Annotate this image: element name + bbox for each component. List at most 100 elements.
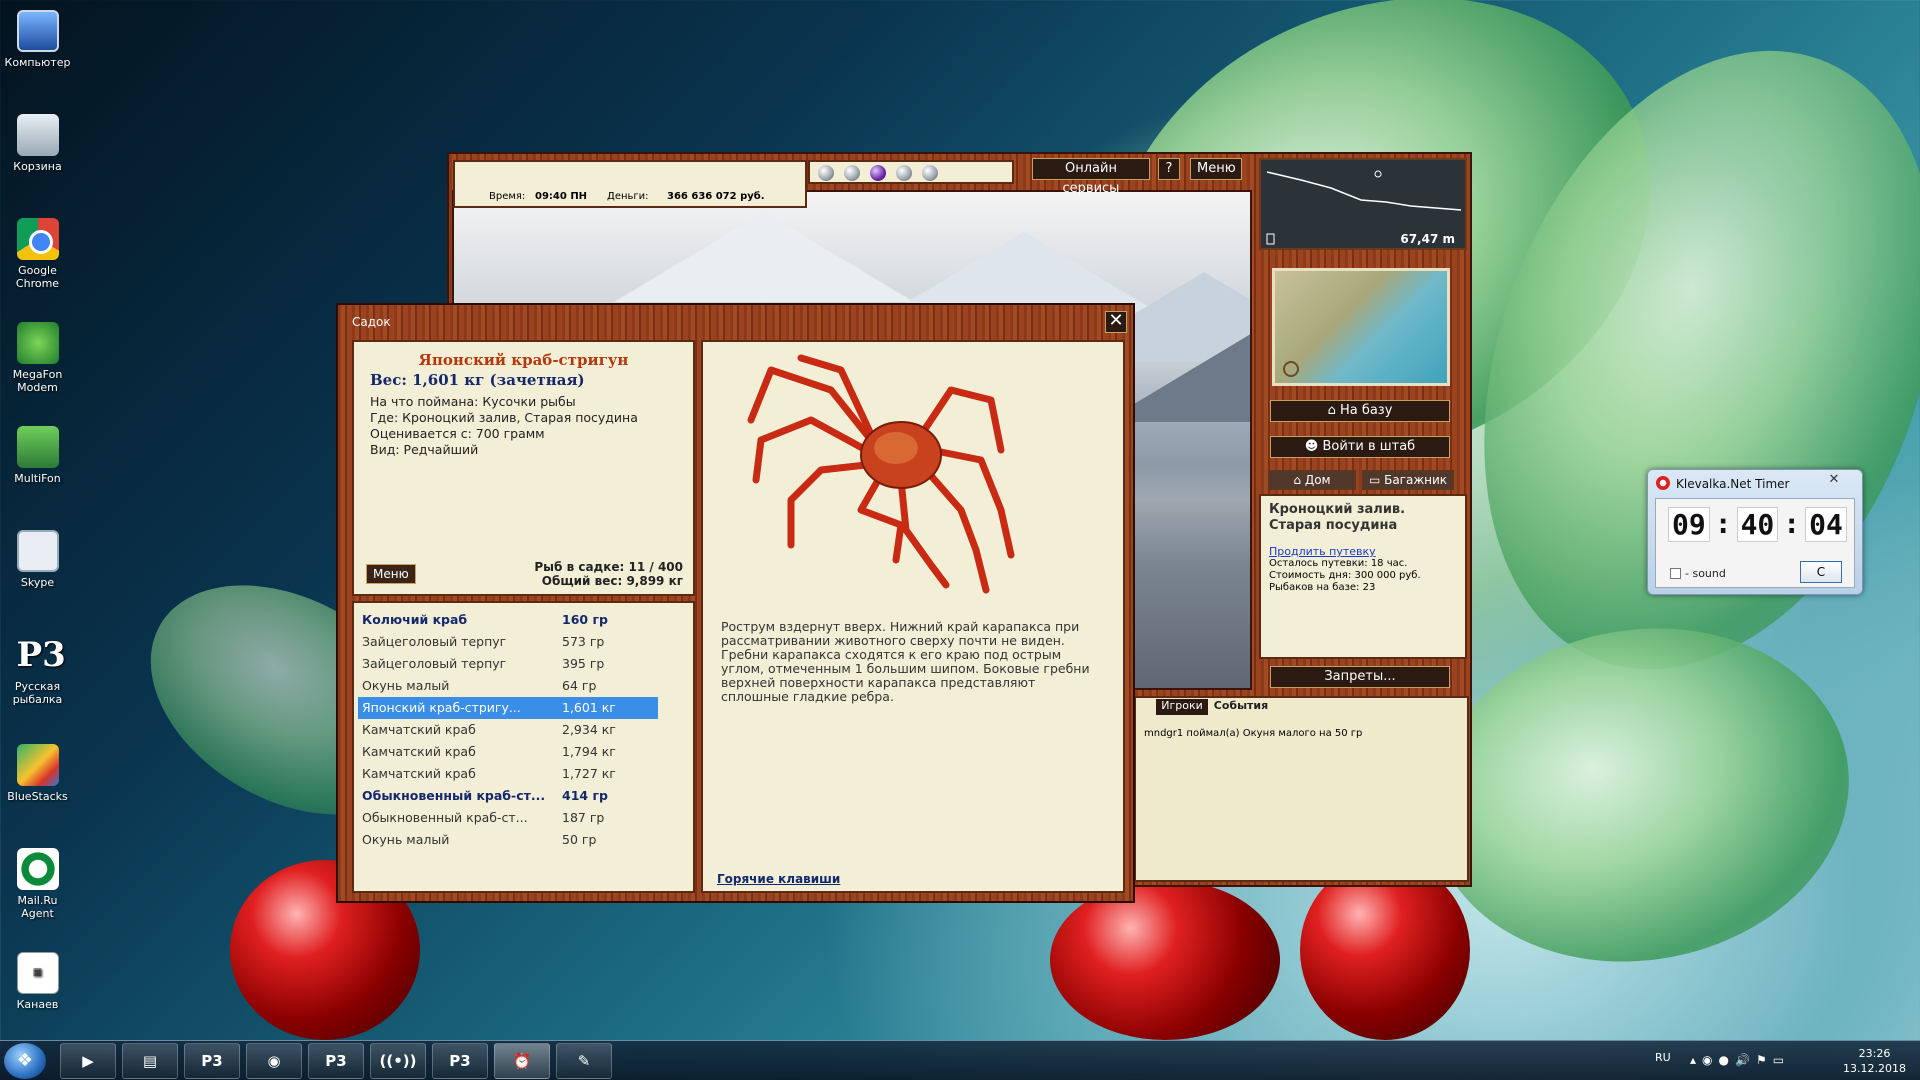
folder-icon: ▤ bbox=[142, 1052, 158, 1070]
fish-list-row[interactable]: Камчатский краб 2,934 кг bbox=[358, 719, 658, 741]
fish-list-weight: 414 гр bbox=[562, 788, 608, 803]
desktop-icon-chrome[interactable]: Google Chrome bbox=[0, 218, 75, 290]
chat-tab-players[interactable]: Игроки bbox=[1156, 699, 1208, 715]
taskbar-rr3-2[interactable]: Р3 bbox=[308, 1043, 364, 1079]
taskbar-paint[interactable]: ✎ bbox=[556, 1043, 612, 1079]
taskbar: ❖ ▶ ▤ Р3 ◉ Р3 ((•)) Р3 ⏰ ✎ RU ▴◉●🔊⚑▭ 23:… bbox=[0, 1040, 1920, 1080]
enter-hq-button[interactable]: ☻ Войти в штаб bbox=[1270, 436, 1450, 458]
status-panel: Время: 09:40 ПН Деньги: 366 636 072 руб. bbox=[453, 160, 807, 208]
taskbar-timer[interactable]: ⏰ bbox=[494, 1043, 550, 1079]
fish-list-name: Зайцеголовый терпуг bbox=[362, 656, 507, 671]
fish-list-weight: 1,601 кг bbox=[562, 700, 616, 715]
close-icon[interactable]: ✕ bbox=[1105, 311, 1127, 333]
day-cost: Стоимость дня: 300 000 руб. bbox=[1269, 570, 1421, 581]
fishers-on-base: Рыбаков на базе: 23 bbox=[1269, 582, 1376, 593]
computer-icon bbox=[16, 10, 59, 52]
monitor-icon[interactable]: ▭ bbox=[1773, 1053, 1790, 1067]
online-services-button[interactable]: Онлайн сервисы bbox=[1032, 158, 1150, 196]
taskbar-explorer[interactable]: ▤ bbox=[122, 1043, 178, 1079]
depth-value: 67,47 m bbox=[1400, 232, 1455, 246]
depth-panel: 67,47 m bbox=[1259, 158, 1467, 250]
bait-icon[interactable] bbox=[870, 165, 886, 181]
timer-seconds: 04 bbox=[1805, 507, 1847, 542]
desktop-icon-mailru[interactable]: Mail.Ru Agent bbox=[0, 848, 75, 920]
to-base-button[interactable]: ⌂ На базу bbox=[1270, 400, 1450, 422]
network-icon[interactable]: ▴ bbox=[1690, 1053, 1702, 1067]
sadok-menu-button[interactable]: Меню bbox=[366, 564, 416, 584]
av-icon[interactable]: ● bbox=[1719, 1053, 1735, 1067]
multifon-icon bbox=[16, 426, 59, 468]
desktop-icon-russian-fishing[interactable]: Р3 Русская рыбалка bbox=[0, 634, 75, 706]
fish-list-row[interactable]: Японский краб-стригу... 1,601 кг bbox=[358, 697, 658, 719]
timer-app-icon bbox=[1656, 476, 1670, 490]
tab-trunk[interactable]: ▭ Багажник bbox=[1362, 470, 1454, 490]
desktop-icon-megafon[interactable]: MegaFon Modem bbox=[0, 322, 75, 394]
prohibitions-button[interactable]: Запреты... bbox=[1270, 666, 1450, 688]
timer-c-button[interactable]: C bbox=[1800, 561, 1842, 583]
catch-location: Где: Кроноцкий залив, Старая посудина bbox=[370, 410, 638, 425]
fish-list-row[interactable]: Окунь малый 64 гр bbox=[358, 675, 658, 697]
fish-list-row[interactable]: Обыкновенный краб-ст... 414 гр bbox=[358, 785, 658, 807]
background-cherry bbox=[1300, 860, 1470, 1040]
desktop-icon-computer[interactable]: Компьютер bbox=[0, 10, 75, 69]
desktop-icon-recycle-bin[interactable]: Корзина bbox=[0, 114, 75, 173]
fish-list-row[interactable]: Камчатский краб 1,794 кг bbox=[358, 741, 658, 763]
alarm-clock-icon: ⏰ bbox=[512, 1052, 532, 1070]
game-menu-button[interactable]: Меню bbox=[1190, 158, 1242, 180]
taskbar-clock[interactable]: 23:26 13.12.2018 bbox=[1843, 1046, 1906, 1076]
megafon-tray-icon[interactable]: ◉ bbox=[1702, 1053, 1718, 1067]
fish-list: Колючий краб 160 гр Зайцеголовый терпуг 573… bbox=[352, 601, 695, 893]
timer-close-icon[interactable]: ✕ bbox=[1814, 472, 1854, 490]
fish-list-name: Японский краб-стригу... bbox=[362, 700, 521, 715]
fish-list-name: Окунь малый bbox=[362, 678, 450, 693]
fish-list-row[interactable]: Колючий краб 160 гр bbox=[358, 609, 658, 631]
language-indicator[interactable]: RU bbox=[1655, 1051, 1671, 1064]
desktop-icon-multifon[interactable]: MultiFon bbox=[0, 426, 75, 485]
bait-bar bbox=[808, 160, 1014, 184]
chrome-icon bbox=[16, 218, 59, 260]
house-icon: ⌂ bbox=[1327, 403, 1340, 418]
taskbar-megafon[interactable]: ((•)) bbox=[370, 1043, 426, 1079]
fish-list-row[interactable]: Зайцеголовый терпуг 573 гр bbox=[358, 631, 658, 653]
bait-icon[interactable] bbox=[818, 165, 834, 181]
taskbar-rr3-3[interactable]: Р3 bbox=[432, 1043, 488, 1079]
megafon-icon bbox=[16, 322, 59, 364]
background-cherry bbox=[1050, 880, 1280, 1040]
system-tray: ▴◉●🔊⚑▭ bbox=[1690, 1053, 1790, 1067]
total-weight: Общий вес: 9,899 кг bbox=[541, 574, 683, 588]
sound-checkbox[interactable]: - sound bbox=[1670, 567, 1726, 580]
location-map[interactable] bbox=[1272, 268, 1450, 386]
extend-trip-link[interactable]: Продлить путевку bbox=[1269, 546, 1457, 558]
tab-home[interactable]: ⌂ Дом bbox=[1268, 470, 1356, 490]
fish-list-row[interactable]: Камчатский краб 1,727 кг bbox=[358, 763, 658, 785]
taskbar-chrome[interactable]: ◉ bbox=[246, 1043, 302, 1079]
compass-icon bbox=[1283, 361, 1299, 377]
desktop-icon-bluestacks[interactable]: BlueStacks bbox=[0, 744, 75, 803]
bait-icon[interactable] bbox=[922, 165, 938, 181]
bait-icon[interactable] bbox=[896, 165, 912, 181]
time-value: 09:40 ПН bbox=[535, 191, 588, 202]
car-icon: ▭ bbox=[1368, 473, 1385, 487]
fish-list-row[interactable]: Обыкновенный краб-ст... 187 гр bbox=[358, 807, 658, 829]
taskbar-rr3-1[interactable]: Р3 bbox=[184, 1043, 240, 1079]
taskbar-media-player[interactable]: ▶ bbox=[60, 1043, 116, 1079]
fish-list-row[interactable]: Окунь малый 50 гр bbox=[358, 829, 658, 851]
timer-minutes: 40 bbox=[1736, 507, 1779, 542]
chat-message: mndgr1 поймал(а) Окуня малого на 50 гр bbox=[1144, 728, 1363, 739]
desktop-icon-document[interactable]: ▦ Канаев bbox=[0, 952, 75, 1011]
bait-icon[interactable] bbox=[844, 165, 860, 181]
fish-list-name: Камчатский краб bbox=[362, 744, 476, 759]
start-button[interactable]: ❖ bbox=[4, 1043, 46, 1079]
desktop-icon-skype[interactable]: Skype bbox=[0, 530, 75, 589]
money-label: Деньги: bbox=[607, 191, 649, 202]
people-icon: ☻ bbox=[1304, 439, 1323, 454]
flag-icon[interactable]: ⚑ bbox=[1756, 1053, 1773, 1067]
fish-list-name: Обыкновенный краб-ст... bbox=[362, 788, 546, 803]
fish-list-row[interactable]: Зайцеголовый терпуг 395 гр bbox=[358, 653, 658, 675]
hotkeys-link[interactable]: Горячие клавиши bbox=[717, 872, 840, 886]
location-title: Кроноцкий залив. Старая посудина bbox=[1269, 502, 1406, 533]
fish-list-weight: 1,727 кг bbox=[562, 766, 616, 781]
help-button[interactable]: ? bbox=[1158, 158, 1180, 180]
volume-icon[interactable]: 🔊 bbox=[1735, 1053, 1756, 1067]
chat-tab-events[interactable]: События bbox=[1212, 699, 1270, 715]
